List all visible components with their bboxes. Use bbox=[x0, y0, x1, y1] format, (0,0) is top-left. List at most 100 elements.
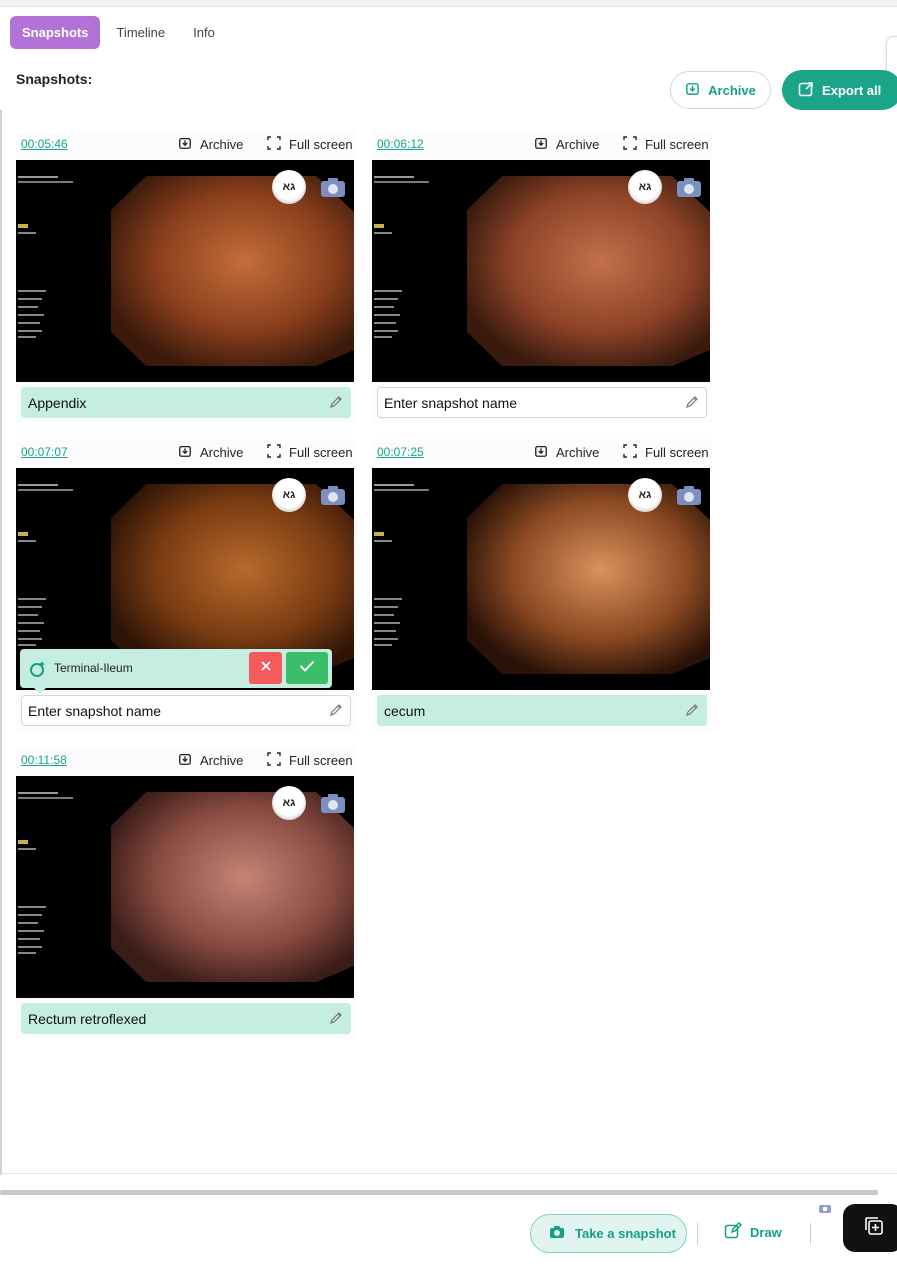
snapshot-archive-button[interactable]: Archive bbox=[534, 444, 599, 461]
snapshot-timestamp-link[interactable]: 00:07:25 bbox=[377, 445, 424, 459]
snapshot-archive-label: Archive bbox=[200, 753, 244, 768]
archive-icon bbox=[178, 752, 192, 769]
capture-camera-icon bbox=[320, 484, 346, 506]
top-border bbox=[0, 0, 897, 7]
tab-bar: Snapshots Timeline Info bbox=[10, 16, 227, 49]
snapshot-archive-button[interactable]: Archive bbox=[534, 136, 599, 153]
snapshot-archive-button[interactable]: Archive bbox=[178, 444, 243, 461]
snapshot-card: 00:06:12 Archive Full screen גא Enter sn… bbox=[372, 131, 712, 423]
edit-pencil-icon[interactable] bbox=[685, 395, 699, 412]
snapshot-fullscreen-button[interactable]: Full screen bbox=[623, 136, 709, 153]
snapshot-fullscreen-button[interactable]: Full screen bbox=[267, 444, 353, 461]
take-snapshot-label: Take a snapshot bbox=[575, 1226, 676, 1241]
snapshot-card: 00:07:25 Archive Full screen גא cecum bbox=[372, 439, 712, 731]
snapshot-archive-label: Archive bbox=[200, 137, 244, 152]
snapshot-fullscreen-button[interactable]: Full screen bbox=[267, 136, 353, 153]
snapshot-name-text: cecum bbox=[384, 702, 426, 719]
snapshot-fullscreen-label: Full screen bbox=[289, 137, 353, 152]
archive-icon bbox=[534, 444, 548, 461]
export-icon bbox=[798, 81, 814, 100]
snapshot-card: 00:05:46 Archive Full screen גא Appendix bbox=[16, 131, 356, 423]
tab-timeline[interactable]: Timeline bbox=[104, 16, 177, 49]
export-all-button[interactable]: Export all bbox=[782, 70, 897, 110]
snapshot-archive-button[interactable]: Archive bbox=[178, 136, 243, 153]
ai-sparkle-icon bbox=[28, 659, 48, 684]
snapshot-header: 00:11:58 Archive Full screen bbox=[16, 747, 356, 775]
snapshot-timestamp-link[interactable]: 00:07:07 bbox=[21, 445, 68, 459]
mini-camera-icon bbox=[818, 1201, 832, 1219]
snapshot-name-input[interactable]: Rectum retroflexed bbox=[21, 1003, 351, 1034]
tab-snapshots[interactable]: Snapshots bbox=[10, 16, 101, 49]
snapshot-fullscreen-label: Full screen bbox=[289, 753, 353, 768]
snapshot-fullscreen-label: Full screen bbox=[289, 445, 353, 460]
snapshot-name-input[interactable]: Enter snapshot name bbox=[377, 387, 707, 418]
accept-suggestion-button[interactable] bbox=[286, 652, 328, 684]
snapshot-header: 00:05:46 Archive Full screen bbox=[16, 131, 356, 159]
snapshot-name-input[interactable]: Appendix bbox=[21, 387, 351, 418]
draw-label: Draw bbox=[750, 1225, 782, 1240]
edit-pencil-icon[interactable] bbox=[329, 395, 343, 412]
edit-pencil-icon[interactable] bbox=[685, 703, 699, 720]
edit-pencil-icon[interactable] bbox=[329, 703, 343, 720]
copy-plus-icon bbox=[863, 1215, 885, 1242]
snapshot-fullscreen-label: Full screen bbox=[645, 137, 709, 152]
operator-badge: גא bbox=[272, 170, 306, 204]
edit-pencil-icon[interactable] bbox=[329, 1011, 343, 1028]
operator-badge: גא bbox=[272, 478, 306, 512]
archive-icon bbox=[178, 444, 192, 461]
snapshot-archive-button[interactable]: Archive bbox=[178, 752, 243, 769]
ai-suggestion-popover: Terminal-Ileum bbox=[20, 649, 332, 694]
take-snapshot-button[interactable]: Take a snapshot bbox=[530, 1214, 687, 1253]
snapshot-timestamp-link[interactable]: 00:11:58 bbox=[21, 753, 67, 767]
snapshot-fullscreen-label: Full screen bbox=[645, 445, 709, 460]
fullscreen-icon bbox=[267, 752, 281, 769]
snapshot-header: 00:07:07 Archive Full screen bbox=[16, 439, 356, 467]
reject-suggestion-button[interactable] bbox=[249, 652, 282, 684]
close-icon bbox=[260, 659, 272, 677]
snapshot-image[interactable]: גא bbox=[372, 160, 710, 382]
archive-icon bbox=[534, 136, 548, 153]
snapshot-image[interactable]: גא bbox=[372, 468, 710, 690]
fullscreen-icon bbox=[623, 444, 637, 461]
operator-badge: גא bbox=[628, 478, 662, 512]
ai-suggestion-label: Terminal-Ileum bbox=[54, 661, 133, 675]
snapshot-name-text: Enter snapshot name bbox=[28, 702, 162, 719]
snapshot-header: 00:07:25 Archive Full screen bbox=[372, 439, 712, 467]
bottom-toolbar: Take a snapshot Draw bbox=[0, 1196, 897, 1264]
archive-icon bbox=[178, 136, 192, 153]
horizontal-scrollbar[interactable] bbox=[0, 1190, 878, 1195]
operator-badge: גא bbox=[272, 786, 306, 820]
panel-bottom-border bbox=[0, 1173, 897, 1174]
snapshot-fullscreen-button[interactable]: Full screen bbox=[267, 752, 353, 769]
snapshot-name-text: Enter snapshot name bbox=[384, 394, 518, 411]
operator-badge: גא bbox=[628, 170, 662, 204]
snapshot-image[interactable]: גא bbox=[16, 160, 354, 382]
tab-info[interactable]: Info bbox=[181, 16, 227, 49]
fullscreen-icon bbox=[267, 136, 281, 153]
camera-icon bbox=[549, 1225, 565, 1242]
add-snapshot-fab[interactable] bbox=[843, 1204, 897, 1252]
fullscreen-icon bbox=[267, 444, 281, 461]
snapshot-timestamp-link[interactable]: 00:05:46 bbox=[21, 137, 68, 151]
snapshot-archive-label: Archive bbox=[556, 445, 600, 460]
snapshot-name-input[interactable]: Enter snapshot name bbox=[21, 695, 351, 726]
archive-all-button[interactable]: Archive bbox=[670, 71, 771, 109]
draw-icon bbox=[724, 1221, 743, 1243]
toolbar-divider bbox=[810, 1223, 811, 1245]
snapshot-image[interactable]: גא bbox=[16, 776, 354, 998]
capture-camera-icon bbox=[676, 484, 702, 506]
snapshot-fullscreen-button[interactable]: Full screen bbox=[623, 444, 709, 461]
draw-button[interactable]: Draw bbox=[724, 1221, 782, 1243]
archive-all-label: Archive bbox=[708, 82, 756, 98]
archive-icon bbox=[685, 81, 700, 99]
snapshot-timestamp-link[interactable]: 00:06:12 bbox=[377, 137, 424, 151]
toolbar-divider bbox=[697, 1223, 698, 1245]
section-title: Snapshots: bbox=[16, 71, 93, 87]
snapshot-name-input[interactable]: cecum bbox=[377, 695, 707, 726]
panel-left-border bbox=[0, 110, 2, 1175]
capture-camera-icon bbox=[320, 176, 346, 198]
fullscreen-icon bbox=[623, 136, 637, 153]
snapshot-header: 00:06:12 Archive Full screen bbox=[372, 131, 712, 159]
snapshot-name-text: Appendix bbox=[28, 394, 87, 411]
check-icon bbox=[299, 659, 315, 677]
